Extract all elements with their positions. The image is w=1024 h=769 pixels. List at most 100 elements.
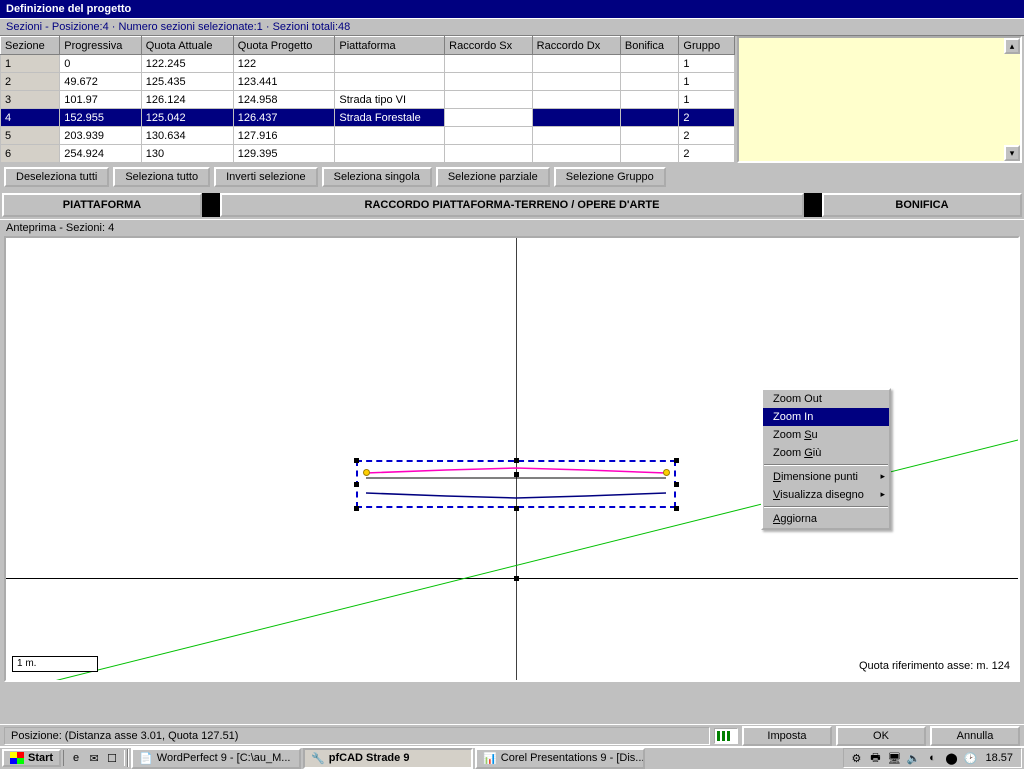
- column-header[interactable]: Quota Attuale: [141, 37, 233, 55]
- table-cell[interactable]: [445, 109, 532, 127]
- table-cell[interactable]: 125.435: [141, 73, 233, 91]
- table-cell[interactable]: [335, 73, 445, 91]
- tray-icon[interactable]: 🔈: [905, 750, 921, 766]
- table-cell[interactable]: [532, 145, 620, 163]
- table-row[interactable]: 4152.955125.042126.437Strada Forestale 2: [1, 109, 735, 127]
- tray-icon[interactable]: ⬤: [943, 750, 959, 766]
- selection-handle[interactable]: [674, 506, 679, 511]
- tray-icon[interactable]: ⚙: [848, 750, 864, 766]
- column-header[interactable]: Piattaforma: [335, 37, 445, 55]
- selection-handle[interactable]: [354, 458, 359, 463]
- system-tray[interactable]: ⚙ 🖶 🖥 🔈 ◐ ⬤ 🕑 18.57: [843, 748, 1022, 768]
- table-cell[interactable]: [532, 91, 620, 109]
- tab-raccordo[interactable]: RACCORDO PIATTAFORMA-TERRENO / OPERE D'A…: [220, 193, 804, 217]
- column-header[interactable]: Progressiva: [60, 37, 142, 55]
- scroll-up-button[interactable]: ▴: [1004, 38, 1020, 54]
- table-row[interactable]: 5203.939130.634127.9162: [1, 127, 735, 145]
- table-cell[interactable]: 127.916: [233, 127, 335, 145]
- table-cell[interactable]: [445, 127, 532, 145]
- table-cell[interactable]: [445, 145, 532, 163]
- table-cell[interactable]: [445, 55, 532, 73]
- table-cell[interactable]: [532, 127, 620, 145]
- imposta-button[interactable]: Imposta: [742, 726, 832, 746]
- table-cell[interactable]: 4: [1, 109, 60, 127]
- task-pfcad[interactable]: 🔧 pfCAD Strade 9: [303, 748, 473, 769]
- table-cell[interactable]: 1: [679, 55, 735, 73]
- selection-handle[interactable]: [674, 482, 679, 487]
- taskbar-clock[interactable]: 18.57: [981, 752, 1017, 764]
- tab-piattaforma[interactable]: PIATTAFORMA: [2, 193, 202, 217]
- table-cell[interactable]: [532, 109, 620, 127]
- table-cell[interactable]: [335, 127, 445, 145]
- selection-handle[interactable]: [514, 458, 519, 463]
- section-preview-chart[interactable]: 1 m. Quota riferimento asse: m. 124 Zoom…: [4, 236, 1020, 682]
- select-partial-button[interactable]: Selezione parziale: [436, 167, 550, 187]
- menu-zoom-su[interactable]: Zoom Su: [763, 426, 889, 444]
- menu-visualizza-disegno[interactable]: Visualizza disegno: [763, 486, 889, 504]
- table-cell[interactable]: [532, 55, 620, 73]
- tray-icon[interactable]: 🖥: [886, 750, 902, 766]
- tray-icon[interactable]: 🖶: [867, 750, 883, 766]
- table-cell[interactable]: 152.955: [60, 109, 142, 127]
- selection-handle[interactable]: [354, 506, 359, 511]
- table-cell[interactable]: 254.924: [60, 145, 142, 163]
- table-cell[interactable]: 203.939: [60, 127, 142, 145]
- select-group-button[interactable]: Selezione Gruppo: [554, 167, 666, 187]
- table-cell[interactable]: 0: [60, 55, 142, 73]
- table-cell[interactable]: 123.441: [233, 73, 335, 91]
- table-row[interactable]: 249.672125.435123.4411: [1, 73, 735, 91]
- tray-icon[interactable]: 🕑: [962, 750, 978, 766]
- outlook-icon[interactable]: ✉: [86, 750, 102, 766]
- column-header[interactable]: Quota Progetto: [233, 37, 335, 55]
- table-cell[interactable]: 125.042: [141, 109, 233, 127]
- endpoint-marker[interactable]: [663, 469, 670, 476]
- tray-icon[interactable]: ◐: [924, 750, 940, 766]
- table-cell[interactable]: [620, 91, 679, 109]
- table-cell[interactable]: [445, 91, 532, 109]
- table-cell[interactable]: 6: [1, 145, 60, 163]
- table-cell[interactable]: Strada Forestale: [335, 109, 445, 127]
- table-cell[interactable]: 2: [679, 145, 735, 163]
- table-cell[interactable]: 129.395: [233, 145, 335, 163]
- table-cell[interactable]: 126.124: [141, 91, 233, 109]
- table-cell[interactable]: 101.97: [60, 91, 142, 109]
- selection-handle[interactable]: [674, 458, 679, 463]
- table-cell[interactable]: [620, 109, 679, 127]
- table-cell[interactable]: [620, 73, 679, 91]
- endpoint-marker[interactable]: [363, 469, 370, 476]
- table-cell[interactable]: [335, 55, 445, 73]
- column-header[interactable]: Sezione: [1, 37, 60, 55]
- table-cell[interactable]: 3: [1, 91, 60, 109]
- table-cell[interactable]: 1: [679, 73, 735, 91]
- column-header[interactable]: Raccordo Sx: [445, 37, 532, 55]
- table-cell[interactable]: 49.672: [60, 73, 142, 91]
- menu-zoom-in[interactable]: Zoom In: [763, 408, 889, 426]
- column-header[interactable]: Gruppo: [679, 37, 735, 55]
- annulla-button[interactable]: Annulla: [930, 726, 1020, 746]
- table-cell[interactable]: 130: [141, 145, 233, 163]
- table-cell[interactable]: Strada tipo VI: [335, 91, 445, 109]
- table-cell[interactable]: 130.634: [141, 127, 233, 145]
- table-row[interactable]: 10122.2451221: [1, 55, 735, 73]
- menu-aggiorna[interactable]: Aggiorna: [763, 510, 889, 528]
- menu-dimensione-punti[interactable]: Dimensione punti: [763, 468, 889, 486]
- tab-bonifica[interactable]: BONIFICA: [822, 193, 1022, 217]
- table-cell[interactable]: [620, 145, 679, 163]
- table-row[interactable]: 6254.924130129.395 2: [1, 145, 735, 163]
- table-cell[interactable]: 126.437: [233, 109, 335, 127]
- column-header[interactable]: Bonifica: [620, 37, 679, 55]
- select-all-button[interactable]: Seleziona tutto: [113, 167, 210, 187]
- selection-handle[interactable]: [514, 506, 519, 511]
- start-button[interactable]: Start: [2, 749, 61, 767]
- table-cell[interactable]: 2: [679, 109, 735, 127]
- windows-taskbar[interactable]: Start e ✉ ☐ 📄 WordPerfect 9 - [C:\au_M..…: [0, 746, 1024, 768]
- table-row[interactable]: 3101.97126.124124.958Strada tipo VI1: [1, 91, 735, 109]
- table-cell[interactable]: 1: [1, 55, 60, 73]
- selection-handle[interactable]: [354, 482, 359, 487]
- selection-rectangle[interactable]: [356, 460, 676, 508]
- sections-table[interactable]: SezioneProgressivaQuota AttualeQuota Pro…: [0, 36, 735, 163]
- table-cell[interactable]: [620, 55, 679, 73]
- invert-selection-button[interactable]: Inverti selezione: [214, 167, 318, 187]
- table-cell[interactable]: 5: [1, 127, 60, 145]
- task-wordperfect[interactable]: 📄 WordPerfect 9 - [C:\au_M...: [131, 748, 301, 769]
